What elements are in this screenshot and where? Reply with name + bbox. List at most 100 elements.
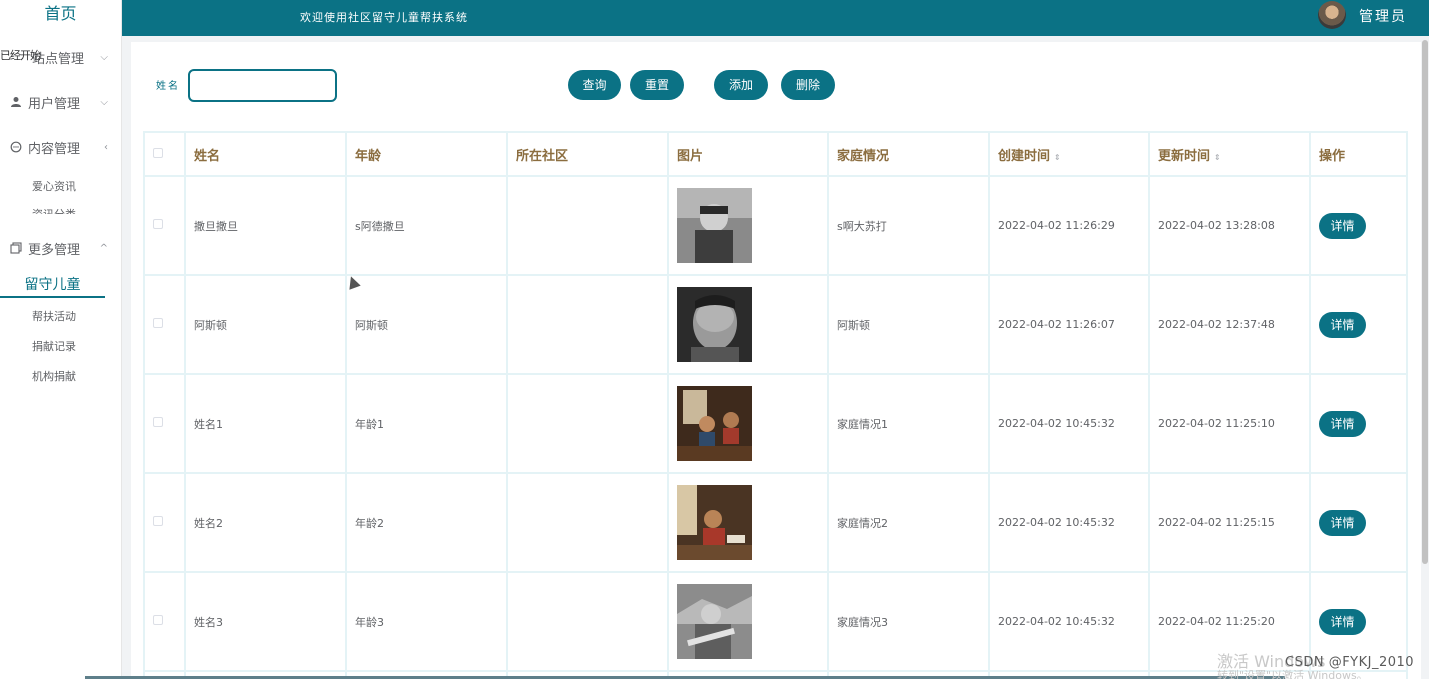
sidebar-home[interactable]: 首页	[0, 0, 121, 30]
column-header-label: 创建时间	[998, 148, 1051, 164]
sort-icon[interactable]: ⇕	[1054, 153, 1061, 162]
column-header-created[interactable]: 创建时间 ⇕	[988, 131, 1150, 177]
sidebar-menu-label: 用户管理	[28, 96, 81, 112]
cell-age: 年龄3	[345, 571, 508, 672]
user-icon	[9, 95, 23, 109]
cell-image	[667, 571, 829, 672]
sidebar-menu-site[interactable]: 站点管理 ⌵	[0, 42, 122, 72]
cell-family: 家庭情况2	[827, 472, 990, 573]
child-photo	[677, 188, 752, 263]
cell-community	[506, 571, 669, 672]
column-header: 操作	[1309, 131, 1408, 177]
sidebar-sub-donations[interactable]: 捐献记录	[32, 338, 76, 354]
column-header: 姓名	[184, 131, 347, 177]
detail-button[interactable]: 详情	[1319, 410, 1366, 437]
sidebar-menu-label: 更多管理	[28, 242, 81, 258]
add-button[interactable]: 添加	[714, 70, 768, 100]
cell-age: 年龄1	[345, 373, 508, 474]
cell-image	[667, 472, 829, 573]
site-icon	[9, 50, 23, 64]
admin-label[interactable]: 管理员	[1359, 6, 1407, 26]
sort-icon[interactable]: ⇕	[1214, 153, 1221, 162]
table-row: 撒旦撒旦 s阿德撒旦 s啊大苏打 2022-04-02 11:26:29 202…	[143, 175, 1408, 276]
cell-created: 2022-04-02 10:45:32	[988, 472, 1150, 573]
sidebar-sub-activities[interactable]: 帮扶活动	[32, 308, 76, 324]
query-button[interactable]: 查询	[568, 70, 621, 100]
sidebar-sub-left-behind-children[interactable]: 留守儿童	[0, 274, 105, 298]
chevron-left-icon: ‹	[104, 141, 108, 153]
delete-button[interactable]: 删除	[781, 70, 835, 100]
column-header-label: 更新时间	[1158, 148, 1211, 164]
row-checkbox[interactable]	[153, 516, 163, 526]
search-label: 姓名	[156, 81, 180, 92]
sidebar-menu-users[interactable]: 用户管理 ⌵	[0, 87, 122, 117]
welcome-text: 欢迎使用社区留守儿童帮扶系统	[300, 11, 468, 24]
sidebar-sub-org-donations[interactable]: 机构捐献	[32, 368, 76, 384]
cell-name: 姓名1	[184, 373, 347, 474]
column-header: 图片	[667, 131, 829, 177]
cell-created: 2022-04-02 11:26:07	[988, 274, 1150, 375]
detail-button[interactable]: 详情	[1319, 608, 1366, 635]
cell-updated: 2022-04-02 11:25:15	[1148, 472, 1311, 573]
cell-family: s啊大苏打	[827, 175, 990, 276]
row-checkbox[interactable]	[153, 219, 163, 229]
cell-community	[506, 373, 669, 474]
chevron-down-icon: ⌵	[100, 96, 108, 108]
cell-family: 家庭情况3	[827, 571, 990, 672]
cell-image	[667, 175, 829, 276]
chevron-down-icon: ⌵	[100, 51, 108, 63]
cell-image	[667, 373, 829, 474]
column-header: 家庭情况	[827, 131, 990, 177]
sidebar-menu-content[interactable]: 内容管理 ‹	[0, 132, 122, 162]
select-all-checkbox[interactable]	[153, 147, 163, 158]
sidebar-menu-more[interactable]: 更多管理 ^	[0, 233, 122, 263]
data-table: 姓名 年龄 所在社区 图片 家庭情况 创建时间 ⇕ 更新时间 ⇕ 操作 撒旦撒旦 s…	[143, 131, 1408, 679]
cell-name: 姓名3	[184, 571, 347, 672]
cell-name: 撒旦撒旦	[184, 175, 347, 276]
cell-family: 家庭情况1	[827, 373, 990, 474]
select-all-cell[interactable]	[143, 131, 186, 177]
detail-button[interactable]: 详情	[1319, 212, 1366, 239]
avatar[interactable]	[1318, 1, 1346, 29]
child-photo	[677, 287, 752, 362]
cell-updated: 2022-04-02 11:25:10	[1148, 373, 1311, 474]
cell-age: 年龄2	[345, 472, 508, 573]
column-header-updated[interactable]: 更新时间 ⇕	[1148, 131, 1311, 177]
row-checkbox[interactable]	[153, 318, 163, 328]
cell-actions: 详情	[1309, 373, 1408, 474]
copy-icon	[9, 241, 23, 255]
cell-updated: 2022-04-02 13:28:08	[1148, 175, 1311, 276]
table-row: 阿斯顿 阿斯顿 阿斯顿 2022-04-02 11:26:07 2022-04-…	[143, 274, 1408, 375]
cell-created: 2022-04-02 11:26:29	[988, 175, 1150, 276]
cell-age: s阿德撒旦	[345, 175, 508, 276]
sidebar-sub-news[interactable]: 爱心资讯	[32, 178, 76, 194]
csdn-watermark: CSDN @FYKJ_2010	[1285, 655, 1415, 670]
cell-community	[506, 472, 669, 573]
cell-image	[667, 274, 829, 375]
name-search-input[interactable]	[188, 69, 337, 102]
sidebar-menu-label: 内容管理	[28, 141, 81, 157]
top-header: 欢迎使用社区留守儿童帮扶系统 管理员	[122, 0, 1429, 36]
child-photo	[677, 386, 752, 461]
cell-created: 2022-04-02 10:45:32	[988, 571, 1150, 672]
reset-button[interactable]: 重置	[630, 70, 684, 100]
cell-actions: 详情	[1309, 472, 1408, 573]
cell-updated: 2022-04-02 12:37:48	[1148, 274, 1311, 375]
detail-button[interactable]: 详情	[1319, 311, 1366, 338]
cell-actions: 详情	[1309, 175, 1408, 276]
main-panel: 姓名 查询 重置 添加 删除 姓名 年龄 所在社区 图片 家庭情况 创建时间 ⇕ …	[131, 42, 1421, 679]
table-row: 姓名2 年龄2 家庭情况2 2022-04-02 10:45:32 2022-0…	[143, 472, 1408, 573]
chevron-up-icon: ^	[99, 242, 108, 254]
chat-icon	[9, 140, 23, 154]
row-checkbox[interactable]	[153, 417, 163, 427]
cell-community	[506, 175, 669, 276]
child-photo	[677, 584, 752, 659]
page-scrollbar[interactable]	[1422, 40, 1428, 564]
sidebar-sub-news-category[interactable]: 资讯分类	[32, 206, 76, 214]
cell-name: 姓名2	[184, 472, 347, 573]
column-header: 年龄	[345, 131, 508, 177]
cell-created: 2022-04-02 10:45:32	[988, 373, 1150, 474]
column-header: 所在社区	[506, 131, 669, 177]
row-checkbox[interactable]	[153, 615, 163, 625]
detail-button[interactable]: 详情	[1319, 509, 1366, 536]
